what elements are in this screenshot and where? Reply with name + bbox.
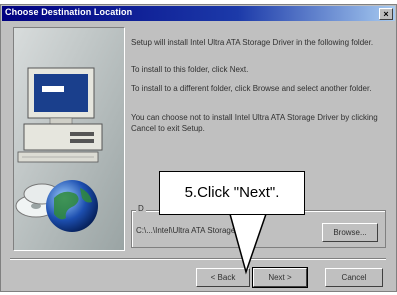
browse-instruction: To install to a different folder, click … (131, 84, 372, 93)
destination-folder-label: D (136, 204, 146, 213)
intro-paragraph: Setup will install Intel Ultra ATA Stora… (131, 38, 374, 47)
destination-path: C:\...\Intel\Ultra ATA Storage (136, 226, 236, 235)
window-title: Choose Destination Location (5, 7, 133, 17)
globe-icon (46, 180, 98, 232)
cancel-instruction: You can choose not to install Intel Ultr… (131, 113, 378, 133)
close-icon: × (383, 9, 389, 19)
title-bar[interactable]: Choose Destination Location × (2, 6, 395, 21)
computer-globe-illustration (14, 28, 124, 250)
computer-icon (17, 67, 103, 163)
button-separator (10, 258, 386, 260)
cancel-button[interactable]: Cancel (325, 268, 383, 287)
instruction-callout: 5.Click "Next". (159, 171, 305, 215)
callout-pointer (229, 214, 267, 275)
setup-illustration (13, 27, 125, 251)
next-instruction: To install to this folder, click Next. (131, 65, 249, 74)
close-button[interactable]: × (379, 8, 393, 20)
browse-button[interactable]: Browse... (322, 223, 378, 242)
